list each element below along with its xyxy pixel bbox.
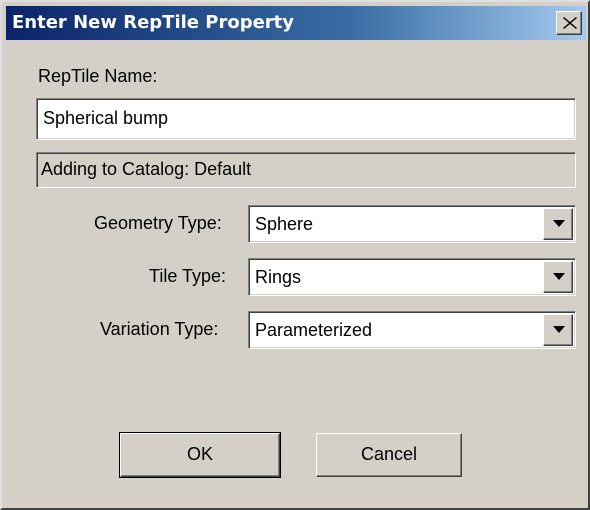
variation-type-select[interactable]: Parameterized [248, 311, 576, 349]
tile-type-label: Tile Type: [149, 266, 227, 286]
dialog-title: Enter New RepTile Property [12, 12, 295, 33]
geometry-type-label: Geometry Type: [94, 213, 222, 233]
geometry-dropdown-button[interactable] [543, 208, 573, 240]
reptile-name-value: Spherical bump [43, 108, 169, 128]
reptile-property-dialog: Enter New RepTile Property RepTile Name:… [0, 0, 590, 510]
variation-type-label: Variation Type: [100, 319, 219, 339]
geometry-type-select[interactable]: Sphere [248, 205, 576, 243]
ok-button[interactable]: OK [119, 432, 281, 478]
reptile-name-input[interactable]: Spherical bump [36, 98, 576, 140]
reptile-name-label: RepTile Name: [38, 66, 158, 86]
catalog-text: Adding to Catalog: Default [41, 159, 252, 179]
close-icon [563, 17, 577, 29]
tile-type-select[interactable]: Rings [248, 258, 576, 296]
close-button[interactable] [556, 11, 582, 35]
variation-dropdown-button[interactable] [543, 314, 573, 346]
title-bar[interactable]: Enter New RepTile Property [6, 6, 586, 40]
geometry-type-value: Sphere [255, 214, 314, 234]
variation-type-value: Parameterized [255, 320, 373, 340]
tile-dropdown-button[interactable] [543, 261, 573, 293]
cancel-button[interactable]: Cancel [316, 433, 462, 477]
chevron-down-icon [553, 273, 565, 280]
chevron-down-icon [553, 326, 565, 333]
tile-type-value: Rings [255, 267, 302, 287]
chevron-down-icon [553, 220, 565, 227]
catalog-field: Adding to Catalog: Default [36, 152, 576, 188]
